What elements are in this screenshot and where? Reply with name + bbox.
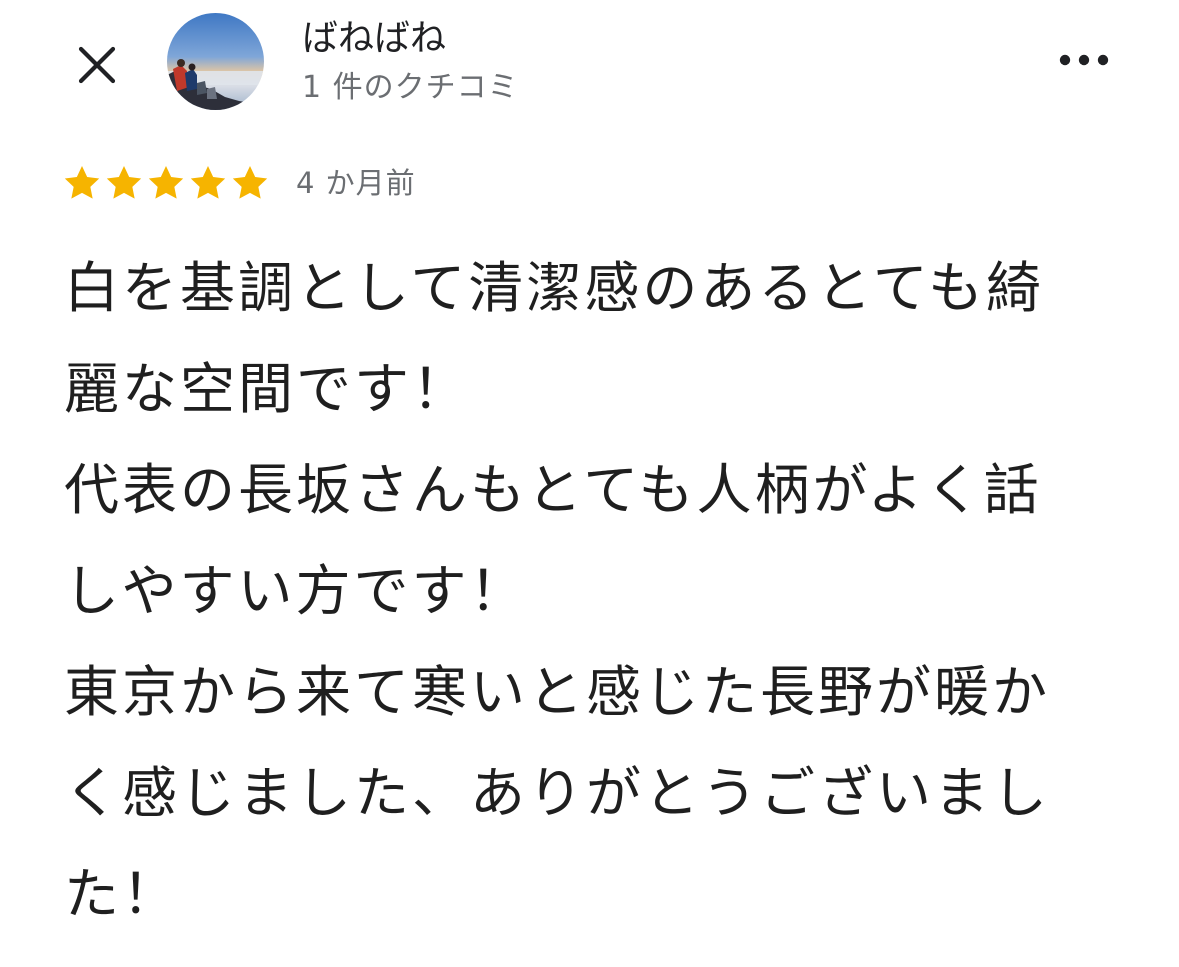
avatar[interactable] bbox=[167, 13, 264, 110]
review-time: 4 か月前 bbox=[296, 166, 416, 200]
user-name[interactable]: ばねばね bbox=[302, 14, 446, 64]
star-icon bbox=[148, 166, 184, 199]
rating-row: 4 か月前 bbox=[62, 160, 416, 206]
review-text: 白を基調として清潔感のあるとても綺麗な空間です！ 代表の長坂さんもとても人柄がよ… bbox=[64, 256, 1051, 926]
star-icon bbox=[232, 166, 268, 199]
close-icon bbox=[78, 46, 116, 84]
star-rating bbox=[62, 163, 270, 203]
star-icon bbox=[64, 166, 100, 199]
more-horizontal-icon bbox=[1059, 54, 1109, 66]
review-count: 1 件のクチコミ bbox=[302, 70, 519, 105]
more-options-button[interactable] bbox=[1052, 38, 1116, 82]
close-button[interactable] bbox=[70, 38, 124, 92]
star-icon bbox=[190, 166, 226, 199]
star-icon bbox=[106, 166, 142, 199]
